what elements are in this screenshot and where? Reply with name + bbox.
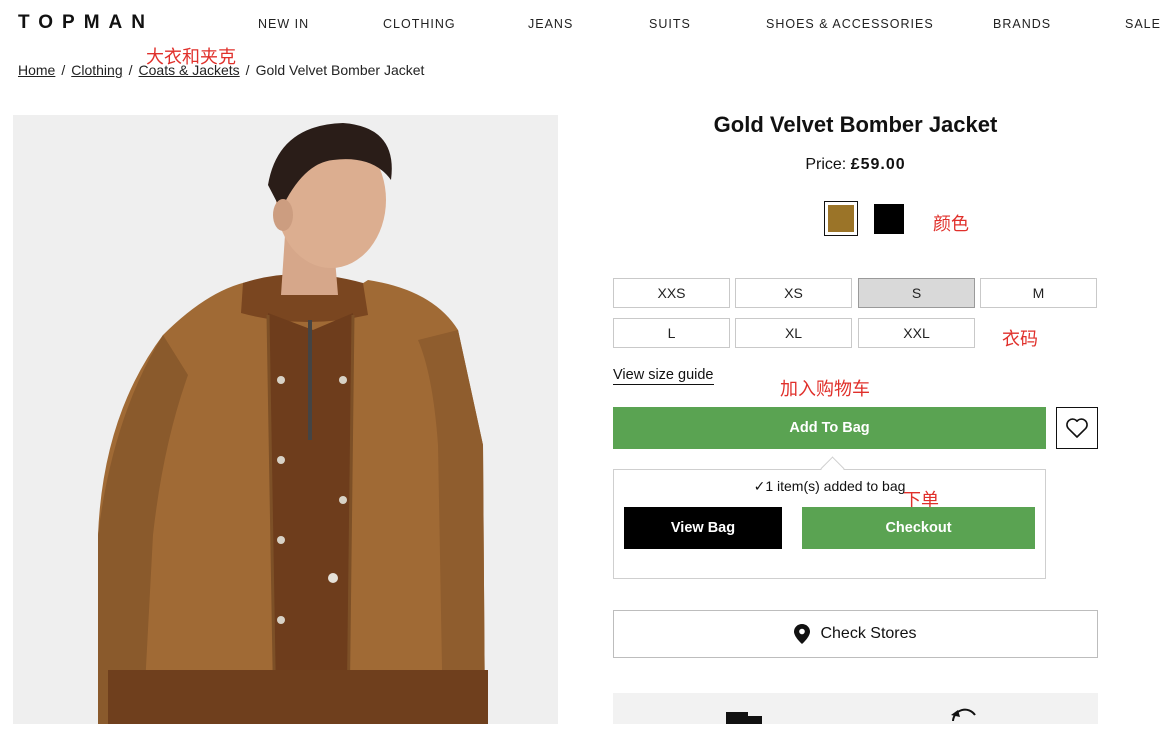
wishlist-button[interactable] bbox=[1056, 407, 1098, 449]
breadcrumb-separator: / bbox=[245, 62, 250, 78]
promo-icons bbox=[726, 708, 976, 724]
breadcrumb: Home / Clothing / Coats & Jackets / Gold Velve… bbox=[18, 62, 424, 78]
added-to-bag-message: ✓1 item(s) added to bag bbox=[753, 478, 906, 494]
returns-icon bbox=[951, 708, 976, 722]
product-price: Price: £59.00 bbox=[613, 156, 1098, 174]
color-swatch-gold[interactable] bbox=[824, 201, 858, 236]
size-option-xl[interactable]: XL bbox=[735, 318, 852, 348]
nav-new-in[interactable]: NEW IN bbox=[258, 17, 309, 31]
nav-clothing[interactable]: CLOTHING bbox=[383, 17, 456, 31]
topman-logo[interactable]: TOPMAN bbox=[18, 12, 154, 34]
breadcrumb-separator: / bbox=[128, 62, 133, 78]
product-image[interactable] bbox=[13, 115, 558, 724]
nav-shoes-accessories[interactable]: SHOES & ACCESSORIES bbox=[766, 17, 934, 31]
view-bag-button[interactable]: View Bag bbox=[624, 507, 782, 549]
price-value: £59.00 bbox=[850, 156, 906, 173]
size-option-xs[interactable]: XS bbox=[735, 278, 852, 308]
breadcrumb-coats-jackets[interactable]: Coats & Jackets bbox=[139, 62, 240, 78]
product-photo-illustration bbox=[13, 115, 558, 724]
delivery-truck-icon bbox=[726, 712, 762, 724]
color-swatch-black[interactable] bbox=[874, 204, 904, 234]
size-option-xxl[interactable]: XXL bbox=[858, 318, 975, 348]
product-title: Gold Velvet Bomber Jacket bbox=[713, 112, 998, 137]
breadcrumb-clothing[interactable]: Clothing bbox=[71, 62, 122, 78]
add-to-bag-button[interactable]: Add To Bag bbox=[613, 407, 1046, 449]
checkout-button[interactable]: Checkout bbox=[802, 507, 1035, 549]
delivery-returns-strip bbox=[613, 693, 1098, 724]
heart-icon bbox=[1066, 418, 1088, 438]
price-label: Price: bbox=[805, 156, 847, 173]
check-stores-button[interactable]: Check Stores bbox=[613, 610, 1098, 658]
size-guide-link[interactable]: View size guide bbox=[613, 367, 714, 385]
breadcrumb-current: Gold Velvet Bomber Jacket bbox=[255, 62, 425, 78]
annotation-size: 衣码 bbox=[1002, 329, 1038, 350]
breadcrumb-separator: / bbox=[61, 62, 66, 78]
size-option-m[interactable]: M bbox=[980, 278, 1097, 308]
color-swatch-black-fill bbox=[874, 204, 904, 234]
nav-brands[interactable]: BRANDS bbox=[993, 17, 1051, 31]
size-option-l[interactable]: L bbox=[613, 318, 730, 348]
annotation-add-to-cart: 加入购物车 bbox=[780, 379, 870, 400]
nav-suits[interactable]: SUITS bbox=[649, 17, 691, 31]
size-option-s[interactable]: S bbox=[858, 278, 975, 308]
check-stores-label: Check Stores bbox=[820, 625, 917, 642]
nav-sale[interactable]: SALE bbox=[1125, 17, 1161, 31]
color-swatch-gold-fill bbox=[828, 205, 854, 232]
breadcrumb-home[interactable]: Home bbox=[18, 62, 55, 78]
nav-jeans[interactable]: JEANS bbox=[528, 17, 573, 31]
annotation-color: 颜色 bbox=[933, 214, 969, 235]
location-pin-icon bbox=[794, 624, 811, 644]
size-option-xxs[interactable]: XXS bbox=[613, 278, 730, 308]
